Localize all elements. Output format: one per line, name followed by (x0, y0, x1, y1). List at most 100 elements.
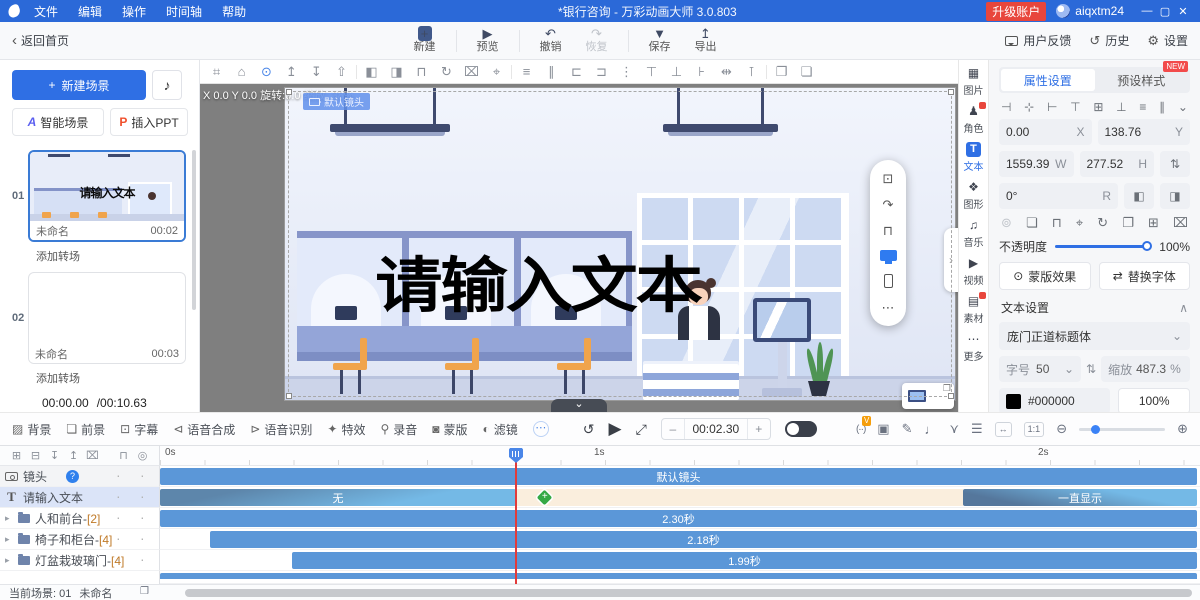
rail-item-music[interactable]: ♫ 音乐 (959, 218, 988, 249)
more-options-icon[interactable]: ⊙ (254, 60, 279, 84)
flip-horizontal-icon[interactable]: ◧ (359, 60, 384, 84)
monitor-view-icon[interactable] (880, 250, 897, 261)
align-canvas-center-icon[interactable]: ⌖ (484, 60, 509, 84)
maximize-button[interactable]: ▢ (1156, 5, 1174, 18)
menu-help[interactable]: 帮助 (222, 3, 246, 20)
align-center-h-icon[interactable]: ⊹ (1024, 100, 1034, 114)
preview-toggle[interactable] (785, 421, 817, 437)
link-icon[interactable]: ⇅ (1086, 362, 1096, 376)
track-label-camera[interactable]: 镜头 ? ·· (0, 466, 160, 487)
subtitle-button[interactable]: ⊡ 字幕 (120, 421, 158, 438)
canvas-text-element[interactable]: 请输入文本 (302, 256, 775, 316)
replace-font-button[interactable]: ⇄ 替换字体 (1099, 262, 1191, 290)
move-up-icon[interactable]: ↥ (64, 449, 83, 462)
rail-item-shape[interactable]: ❖ 图形 (959, 180, 988, 211)
time-increase-button[interactable]: + (748, 422, 770, 436)
distribute-icon[interactable]: ⋮ (614, 60, 639, 84)
link-wh-button[interactable]: ⇅ (1160, 151, 1190, 177)
avatar[interactable] (1056, 4, 1070, 18)
fit-width-icon[interactable]: ↔ (995, 422, 1012, 437)
flip-vertical-button[interactable]: ◨ (1160, 183, 1190, 209)
resize-handle[interactable] (948, 89, 954, 95)
distribute-h-icon[interactable]: ⇹ (714, 60, 739, 84)
track-label-group-3[interactable]: ▸ 灯盆栽玻璃门-[4] ·· (0, 550, 160, 571)
redo-button[interactable]: ↷ 恢复 (574, 26, 620, 54)
phone-view-icon[interactable] (884, 274, 893, 288)
text-enter-segment[interactable]: 无 (160, 489, 516, 506)
rail-item-material[interactable]: ▤ 素材 (959, 294, 988, 325)
expand-arrow-icon[interactable]: ▸ (5, 534, 13, 545)
stage-canvas[interactable]: 请输入文本 (285, 88, 955, 400)
move-down-icon[interactable]: ↧ (45, 449, 64, 462)
smart-scene-button[interactable]: A 智能场景 (12, 108, 104, 136)
add-transition-button-1[interactable]: 添加转场 (36, 248, 199, 264)
bring-forward-icon[interactable]: ⇧ (329, 60, 354, 84)
align-h-center-icon[interactable]: ≡ (514, 60, 539, 84)
foreground-button[interactable]: ❏ 前景 (66, 421, 105, 438)
x-field[interactable]: 0.00X (999, 119, 1092, 145)
resize-handle[interactable] (286, 393, 292, 399)
group-clip[interactable]: 2.18秒 (210, 531, 1197, 548)
save-button[interactable]: ▼ 保存 (637, 26, 683, 54)
expand-arrow-icon[interactable]: ▸ (5, 513, 13, 524)
mask-button[interactable]: ◙ 蒙版 (432, 421, 467, 438)
delete-icon[interactable]: ⌧ (459, 60, 484, 84)
copy-icon[interactable]: ❐ (769, 60, 794, 84)
canvas-collapse-button[interactable]: ⌄ (551, 399, 607, 412)
tab-properties[interactable]: 属性设置 (1001, 69, 1095, 91)
default-camera-label[interactable]: 默认镜头 (303, 93, 370, 110)
align-bottom-icon[interactable]: ⊥ (1116, 100, 1126, 114)
copy-scene-icon[interactable]: ❐ (140, 586, 149, 597)
tts-button[interactable]: ⊲ 语音合成 (173, 421, 235, 438)
align-middle-h-icon[interactable]: ≡ (1139, 100, 1146, 114)
visibility-column-icon[interactable]: ◎ (133, 449, 152, 462)
scene-item-1[interactable]: 01 请输入文本 未命名 00:02 (28, 150, 186, 242)
select-same-icon[interactable]: ⌖ (1076, 215, 1083, 231)
menu-timeline[interactable]: 时间轴 (166, 3, 202, 20)
scene-music-button[interactable]: ♪ (152, 70, 182, 100)
lock-column-icon[interactable]: ⊓ (114, 449, 133, 462)
ungroup-icon[interactable]: ⊟ (26, 449, 45, 462)
collapse-icon[interactable]: ∧ (1179, 301, 1188, 315)
align-top-icon[interactable]: ⊤ (1070, 100, 1080, 114)
y-field[interactable]: 138.76Y (1098, 119, 1191, 145)
effects-button[interactable]: ✦ 特效 (327, 421, 365, 438)
align-right-icon[interactable]: ⊐ (589, 60, 614, 84)
settings-button[interactable]: ⚙ 设置 (1147, 32, 1188, 49)
font-size-select[interactable]: 字号50 ⌄ (999, 356, 1081, 382)
upgrade-account-button[interactable]: 升级账户 (986, 2, 1046, 21)
align-middle-icon[interactable]: ⊦ (689, 60, 714, 84)
feedback-button[interactable]: 用户反馈 (1005, 32, 1071, 49)
lock-icon[interactable]: ⊓ (409, 60, 434, 84)
adjust-tool-icon[interactable]: ☰ (971, 421, 983, 437)
voice-tool-icon[interactable]: ♩ (924, 422, 937, 437)
speech-recognition-button[interactable]: ⊳ 语音识别 (250, 421, 312, 438)
add-keyframe-icon[interactable]: + (537, 490, 553, 506)
home-icon[interactable]: ⌂ (229, 60, 254, 84)
distribute-v-icon[interactable]: ⊺ (739, 60, 764, 84)
background-button[interactable]: ▨ 背景 (12, 421, 51, 438)
zoom-in-icon[interactable]: ⊕ (1177, 421, 1188, 437)
fit-screen-icon[interactable]: ⊡ (883, 172, 894, 185)
track-label-group-2[interactable]: ▸ 椅子和柜台-[4] ·· (0, 529, 160, 550)
edit-tool-icon[interactable]: ✎ (902, 421, 913, 437)
height-field[interactable]: 277.52H (1080, 151, 1155, 177)
scale-field[interactable]: 缩放487.3% (1101, 356, 1190, 382)
menu-edit[interactable]: 编辑 (78, 3, 102, 20)
one-to-one-icon[interactable]: 1:1 (1024, 422, 1045, 437)
export-button[interactable]: ↥ 导出 (683, 26, 729, 54)
duplicate-icon[interactable]: ⊞ (1148, 215, 1159, 231)
timeline-zoom-slider[interactable] (1079, 428, 1165, 431)
new-project-button[interactable]: + 新建 (402, 26, 448, 54)
back-home-button[interactable]: ‹ 返回首页 (12, 32, 172, 49)
rail-item-more[interactable]: ⋯ 更多 (959, 332, 988, 363)
new-scene-button[interactable]: + 新建场景 (12, 70, 146, 100)
rotate-icon[interactable]: ↻ (434, 60, 459, 84)
sidebar-scrollbar[interactable] (192, 150, 196, 310)
history-button[interactable]: ↺ 历史 (1089, 32, 1129, 49)
funnel-tool-icon[interactable]: ⋎ (949, 421, 959, 437)
arrange-icon[interactable]: ❏ (1026, 215, 1038, 231)
menu-operate[interactable]: 操作 (122, 3, 146, 20)
bring-to-front-icon[interactable]: ↥ (279, 60, 304, 84)
rotation-field[interactable]: 0°R (999, 183, 1118, 209)
